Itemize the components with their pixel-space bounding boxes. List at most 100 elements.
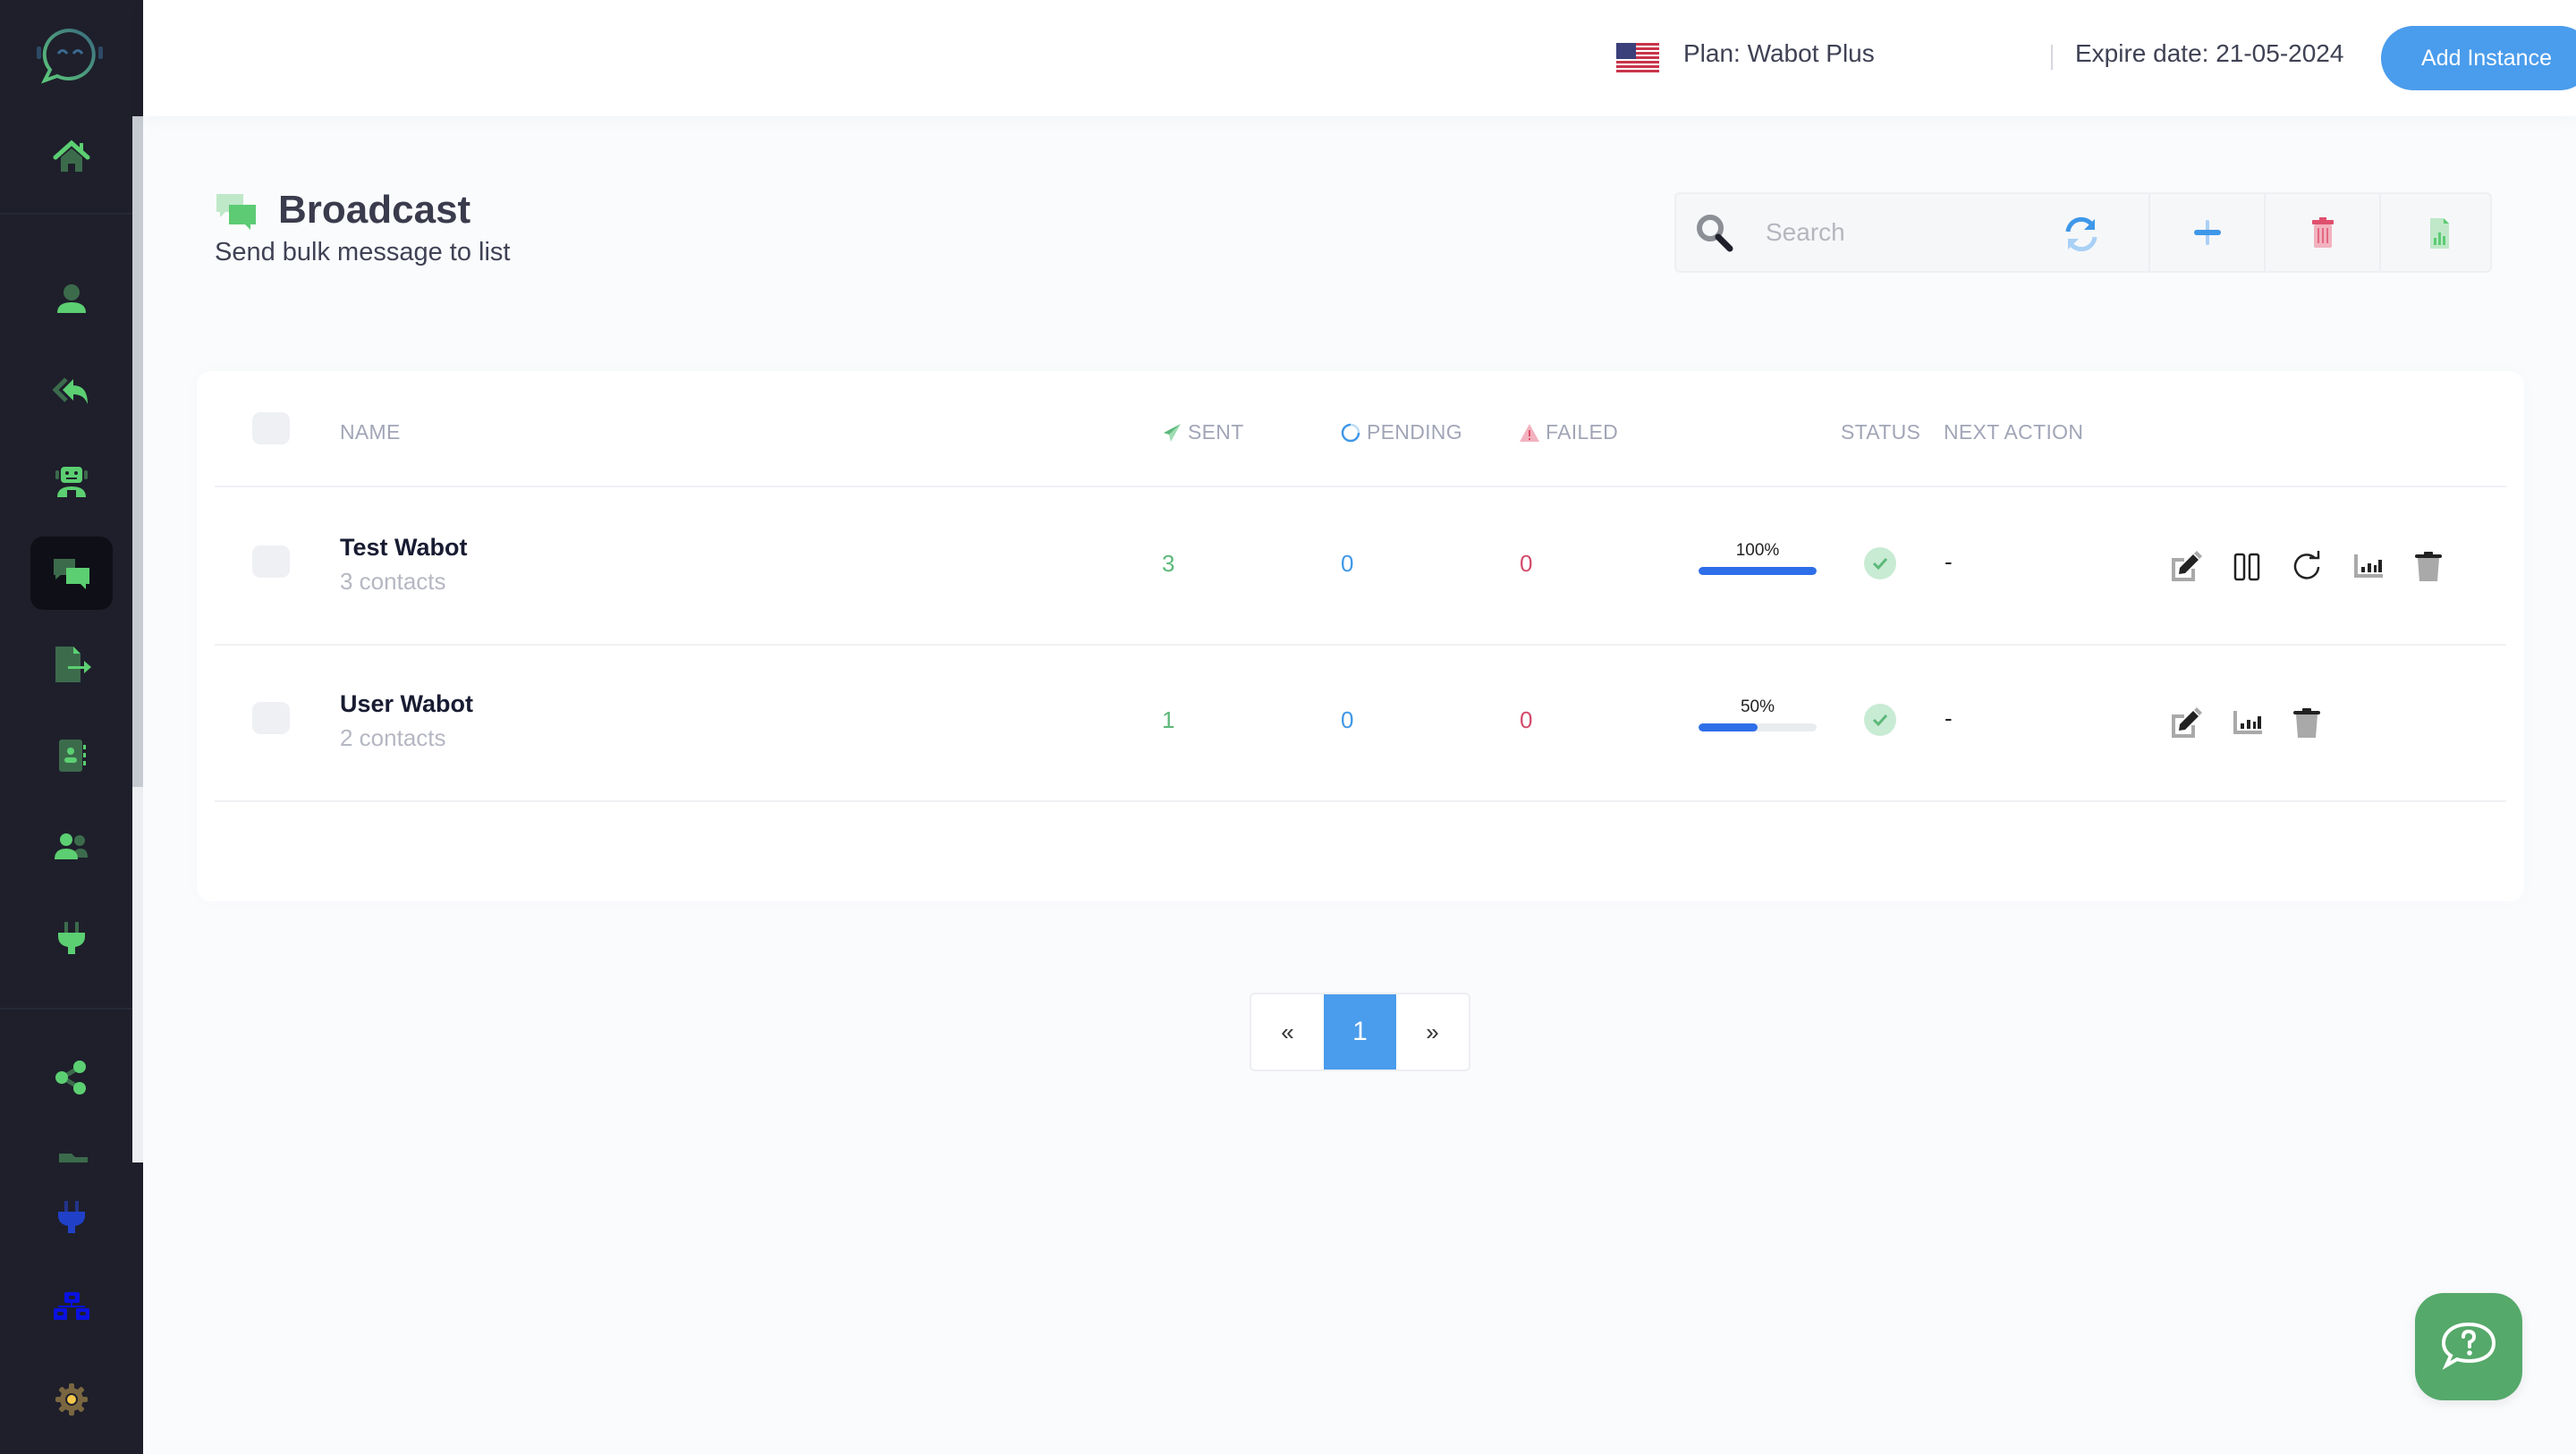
sidebar-divider	[0, 1008, 132, 1010]
progress-fill	[1699, 723, 1758, 731]
warning-icon	[1520, 423, 1539, 442]
sidebar-scrollbar-thumb[interactable]	[132, 116, 143, 787]
sidebar-item-api[interactable]	[30, 1180, 113, 1254]
sidebar-item-contacts[interactable]	[30, 262, 113, 335]
row-checkbox[interactable]	[252, 545, 290, 578]
edit-button[interactable]	[2165, 546, 2205, 586]
pending-count: 0	[1341, 550, 1354, 577]
column-label: NAME	[340, 420, 401, 444]
progress-fill	[1699, 567, 1817, 575]
column-label: FAILED	[1546, 420, 1619, 444]
header-separator	[2051, 45, 2053, 70]
wabot-logo-icon[interactable]	[34, 27, 106, 89]
edit-icon	[2172, 707, 2202, 738]
pagination-next[interactable]: »	[1396, 994, 1469, 1069]
status-badge	[1864, 547, 1896, 579]
column-header-sent[interactable]: SENT	[1161, 420, 1244, 444]
delete-button[interactable]	[2409, 546, 2448, 586]
failed-count: 0	[1520, 706, 1533, 733]
status-badge	[1864, 704, 1896, 736]
help-chat-icon	[2441, 1322, 2496, 1370]
sent-count: 3	[1162, 550, 1175, 577]
add-broadcast-button[interactable]	[2148, 194, 2264, 271]
sidebar-item-network[interactable]	[30, 1272, 113, 1345]
column-header-next-action: NEXT ACTION	[1944, 420, 2083, 444]
add-instance-button[interactable]: Add Instance	[2381, 26, 2576, 90]
sidebar-item-share[interactable]	[30, 1041, 113, 1114]
column-header-failed[interactable]: FAILED	[1519, 420, 1618, 444]
user-icon	[57, 284, 86, 313]
sidebar-item-folder[interactable]	[30, 1132, 113, 1162]
sidebar-item-auto-reply[interactable]	[30, 353, 113, 427]
folder-icon	[59, 1154, 88, 1162]
reply-all-icon	[52, 377, 88, 404]
pause-button[interactable]	[2227, 546, 2267, 586]
home-icon	[53, 139, 90, 172]
search-input[interactable]	[1766, 208, 2034, 257]
failed-count: 0	[1520, 550, 1533, 577]
delete-selected-button[interactable]	[2264, 194, 2379, 271]
trash-icon	[2311, 217, 2334, 248]
progress-label: 100%	[1735, 541, 1780, 560]
report-button[interactable]	[2348, 546, 2387, 586]
page-subtitle: Send bulk message to list	[215, 238, 511, 266]
column-header-pending[interactable]: PENDING	[1340, 420, 1462, 444]
sidebar-item-address-book[interactable]	[30, 719, 113, 792]
table-row: Test Wabot 3 contacts 3 0 0 100% -	[197, 487, 2524, 644]
column-header-status: STATUS	[1841, 420, 1920, 444]
sidebar-item-settings[interactable]	[30, 1363, 113, 1436]
pending-count: 0	[1341, 706, 1354, 733]
report-button[interactable]	[2227, 703, 2267, 742]
next-action: -	[1945, 548, 1953, 575]
address-book-icon	[59, 740, 86, 772]
sidebar-divider	[0, 213, 132, 215]
select-all-checkbox[interactable]	[252, 412, 290, 444]
sidebar	[0, 0, 143, 1454]
row-divider	[215, 800, 2506, 802]
row-checkbox[interactable]	[252, 702, 290, 734]
pagination: « 1 »	[1250, 993, 1470, 1071]
pagination-page-current[interactable]: 1	[1324, 994, 1396, 1069]
top-bar: Plan: Wabot Plus Expire date: 21-05-2024…	[143, 0, 2576, 116]
column-header-name[interactable]: NAME	[340, 420, 401, 444]
plan-label: Plan: Wabot Plus	[1683, 39, 1875, 67]
broadcast-name[interactable]: Test Wabot	[340, 534, 468, 562]
sidebar-item-home[interactable]	[30, 121, 113, 194]
sidebar-item-chatbot[interactable]	[30, 444, 113, 518]
check-icon	[1872, 557, 1888, 571]
progress-bar	[1699, 567, 1817, 575]
sent-count: 1	[1162, 706, 1175, 733]
us-flag-icon[interactable]	[1616, 43, 1659, 73]
spreadsheet-report-icon	[2429, 218, 2449, 249]
progress-bar	[1699, 723, 1817, 731]
plug-icon	[58, 922, 85, 954]
page-title: Broadcast	[278, 188, 471, 232]
column-label: STATUS	[1841, 420, 1921, 444]
search-icon	[1697, 215, 1733, 252]
broadcast-name[interactable]: User Wabot	[340, 690, 473, 718]
sidebar-item-integrations[interactable]	[30, 901, 113, 975]
pagination-prev[interactable]: «	[1251, 994, 1324, 1069]
contacts-count: 3 contacts	[340, 568, 446, 595]
sidebar-item-export[interactable]	[30, 628, 113, 701]
check-icon	[1872, 714, 1888, 727]
next-action: -	[1945, 705, 1953, 731]
table-toolbar	[1674, 192, 2492, 273]
file-export-icon	[55, 647, 91, 682]
plus-icon	[2193, 220, 2221, 245]
sidebar-item-groups[interactable]	[30, 810, 113, 883]
restart-button[interactable]	[2287, 546, 2326, 586]
edit-button[interactable]	[2165, 703, 2205, 742]
chat-bubbles-icon	[54, 559, 89, 589]
table-row: User Wabot 2 contacts 1 0 0 50% -	[197, 644, 2524, 800]
expire-date: Expire date: 21-05-2024	[2075, 39, 2344, 67]
help-chat-button[interactable]	[2415, 1293, 2522, 1400]
network-icon	[54, 1292, 89, 1320]
bar-chart-icon	[2354, 554, 2383, 578]
sidebar-item-broadcast[interactable]	[30, 537, 113, 610]
export-report-button[interactable]	[2379, 194, 2495, 271]
column-label: PENDING	[1367, 420, 1462, 444]
refresh-icon[interactable]	[2061, 214, 2102, 255]
delete-button[interactable]	[2287, 703, 2326, 742]
redo-icon	[2293, 551, 2320, 579]
